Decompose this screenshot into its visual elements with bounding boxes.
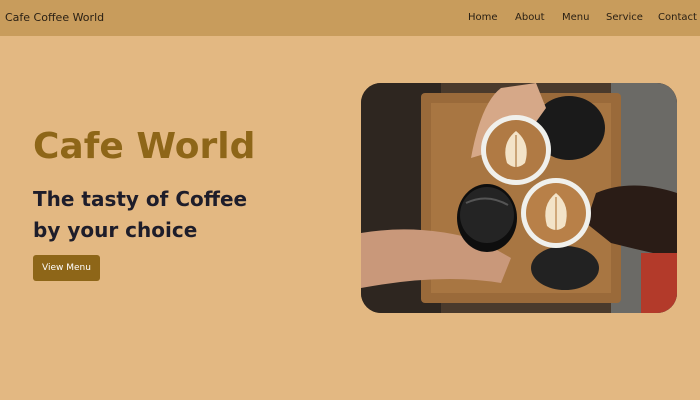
coffee-cups-photo: [361, 83, 677, 313]
navbar: Cafe Coffee World Home About Menu Servic…: [0, 0, 700, 36]
nav-link-contact[interactable]: Contact: [658, 12, 697, 23]
nav-link-about[interactable]: About: [515, 12, 545, 23]
nav-link-menu[interactable]: Menu: [562, 12, 589, 23]
nav-link-service[interactable]: Service: [606, 12, 643, 23]
view-menu-button[interactable]: View Menu: [33, 255, 100, 281]
hero-title: Cafe World: [33, 126, 256, 167]
nav-links: Home About Menu Service Contact: [0, 12, 700, 26]
hero-subtitle: The tasty of Coffee by your choice: [33, 187, 248, 242]
nav-link-home[interactable]: Home: [468, 12, 498, 23]
hero-image: [361, 83, 677, 313]
